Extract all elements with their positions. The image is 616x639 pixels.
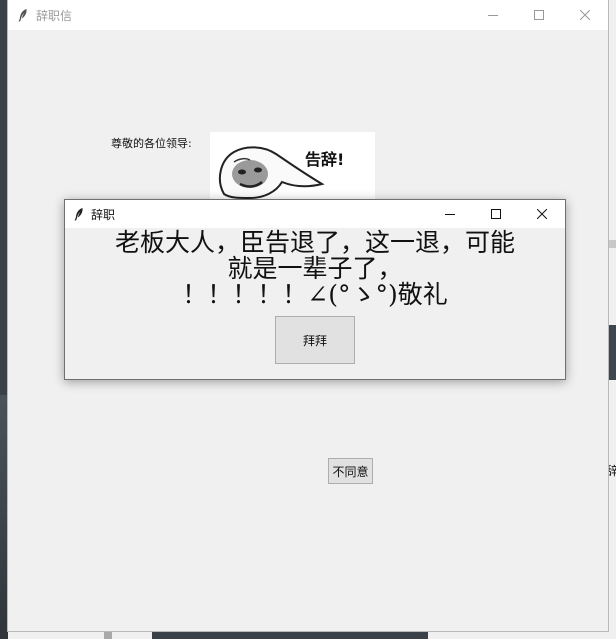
dialog-minimize-button[interactable] (427, 200, 473, 228)
maximize-icon (491, 209, 501, 219)
close-icon (580, 10, 590, 20)
close-button[interactable] (562, 0, 608, 30)
greeting-label: 尊敬的各位领导: (111, 137, 192, 150)
main-window-title: 辞职信 (36, 8, 73, 23)
dialog-window-controls (427, 200, 565, 230)
meme-caption: 告辞! (305, 150, 345, 169)
dialog-titlebar[interactable]: 辞职 (65, 200, 565, 228)
desktop-background (0, 395, 8, 639)
meme-face-icon (218, 146, 325, 200)
maximize-icon (534, 10, 544, 20)
message-line: 就是一辈子了， (227, 254, 403, 283)
background-taskbar-fragment (152, 631, 428, 639)
dialog-maximize-button[interactable] (473, 200, 519, 228)
maximize-button[interactable] (516, 0, 562, 30)
background-fragment (104, 631, 112, 639)
main-window-controls (470, 0, 608, 30)
bye-button[interactable]: 拜拜 (275, 316, 355, 364)
minimize-button[interactable] (470, 0, 516, 30)
meme-image: 告辞! (210, 132, 375, 202)
disagree-button[interactable]: 不同意 (328, 458, 373, 484)
background-window-edge (608, 0, 616, 639)
resignation-dialog: 辞职 老板大人，臣告退了，这一退，可能 就是一辈子了， ！！！！！∠(°ゝ°)敬… (64, 199, 566, 380)
message-line: ！！！！！∠(°ゝ°)敬礼 (182, 280, 448, 309)
dialog-close-button[interactable] (519, 200, 565, 228)
background-scrollbar-fragment (608, 240, 616, 248)
feather-icon (65, 200, 93, 228)
dialog-title: 辞职 (91, 207, 116, 222)
minimize-icon (488, 15, 498, 16)
message-line: 老板大人，臣告退了，这一退，可能 (114, 228, 515, 257)
minimize-icon (445, 214, 455, 215)
dialog-message: 老板大人，臣告退了，这一退，可能 就是一辈子了， ！！！！！∠(°ゝ°)敬礼 (65, 230, 565, 308)
background-dark-panel (608, 325, 616, 380)
main-titlebar[interactable]: 辞职信 (8, 0, 608, 30)
close-icon (537, 209, 547, 219)
feather-icon (8, 0, 38, 30)
